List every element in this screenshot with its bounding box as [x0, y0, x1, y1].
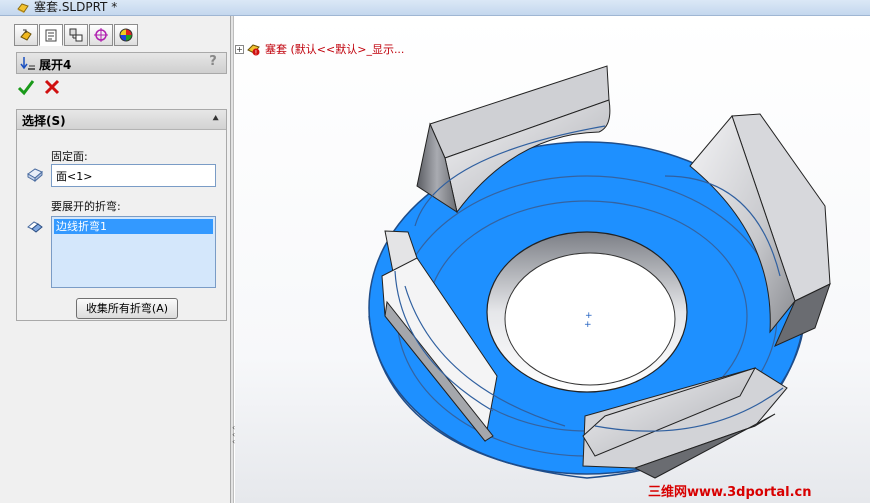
propertymanager-tab[interactable]: [39, 24, 63, 46]
property-manager-header: 展开4 ?: [16, 52, 227, 74]
ok-checkmark-icon[interactable]: [17, 78, 35, 96]
selection-group-header[interactable]: 选择(S) ⯅: [17, 110, 226, 130]
collapse-icon[interactable]: ⯅: [211, 112, 220, 126]
configuration-icon: [69, 28, 83, 42]
feature-tree-flyout[interactable]: + ! 塞套 (默认<<默认>_显示...: [235, 41, 404, 57]
tree-part-label[interactable]: 塞套 (默认<<默认>_显示...: [265, 41, 404, 57]
color-wheel-icon: [119, 28, 133, 42]
part-warning-icon: !: [247, 44, 260, 57]
window-title: 塞套.SLDPRT *: [34, 0, 118, 14]
sheet-metal-part-model[interactable]: + +: [235, 16, 870, 503]
help-button[interactable]: ?: [205, 54, 221, 72]
display-manager-tab[interactable]: [114, 24, 138, 46]
bends-to-unfold-label: 要展开的折弯:: [51, 200, 121, 213]
svg-text:!: !: [255, 50, 257, 57]
property-manager-icon: [45, 29, 57, 42]
dimxpert-tab[interactable]: [89, 24, 113, 46]
collect-all-bends-button[interactable]: 收集所有折弯(A): [76, 298, 178, 319]
bend-icon: [27, 221, 43, 233]
featuremanager-tab[interactable]: [14, 24, 38, 46]
tree-expand-icon[interactable]: +: [235, 44, 244, 54]
property-manager-panel: 展开4 ? 选择(S) ⯅ 固定面: 面<1> 要展开的折弯: 边线折弯1 收集…: [0, 16, 231, 503]
svg-text:+: +: [584, 320, 592, 330]
selection-group-title: 选择(S): [22, 114, 66, 128]
bends-list[interactable]: 边线折弯1: [51, 216, 216, 288]
window-titlebar: 塞套.SLDPRT *: [0, 0, 870, 16]
fixed-face-label: 固定面:: [51, 150, 88, 163]
target-icon: [94, 28, 108, 42]
configurationmanager-tab[interactable]: [64, 24, 88, 46]
solidworks-part-icon: [17, 3, 29, 13]
fixed-face-field[interactable]: 面<1>: [51, 164, 216, 187]
bend-list-item[interactable]: 边线折弯1: [54, 219, 213, 234]
watermark-text: 三维网www.3dportal.cn: [648, 485, 812, 500]
cancel-x-icon[interactable]: [43, 78, 61, 96]
selection-group: 选择(S) ⯅ 固定面: 面<1> 要展开的折弯: 边线折弯1 收集所有折弯(A…: [16, 109, 227, 321]
feature-tree-icon: [20, 29, 32, 41]
feature-title: 展开4: [39, 58, 72, 72]
manager-tabs: [14, 24, 139, 46]
fixed-face-icon: [27, 168, 43, 183]
unfold-icon: [20, 57, 35, 70]
